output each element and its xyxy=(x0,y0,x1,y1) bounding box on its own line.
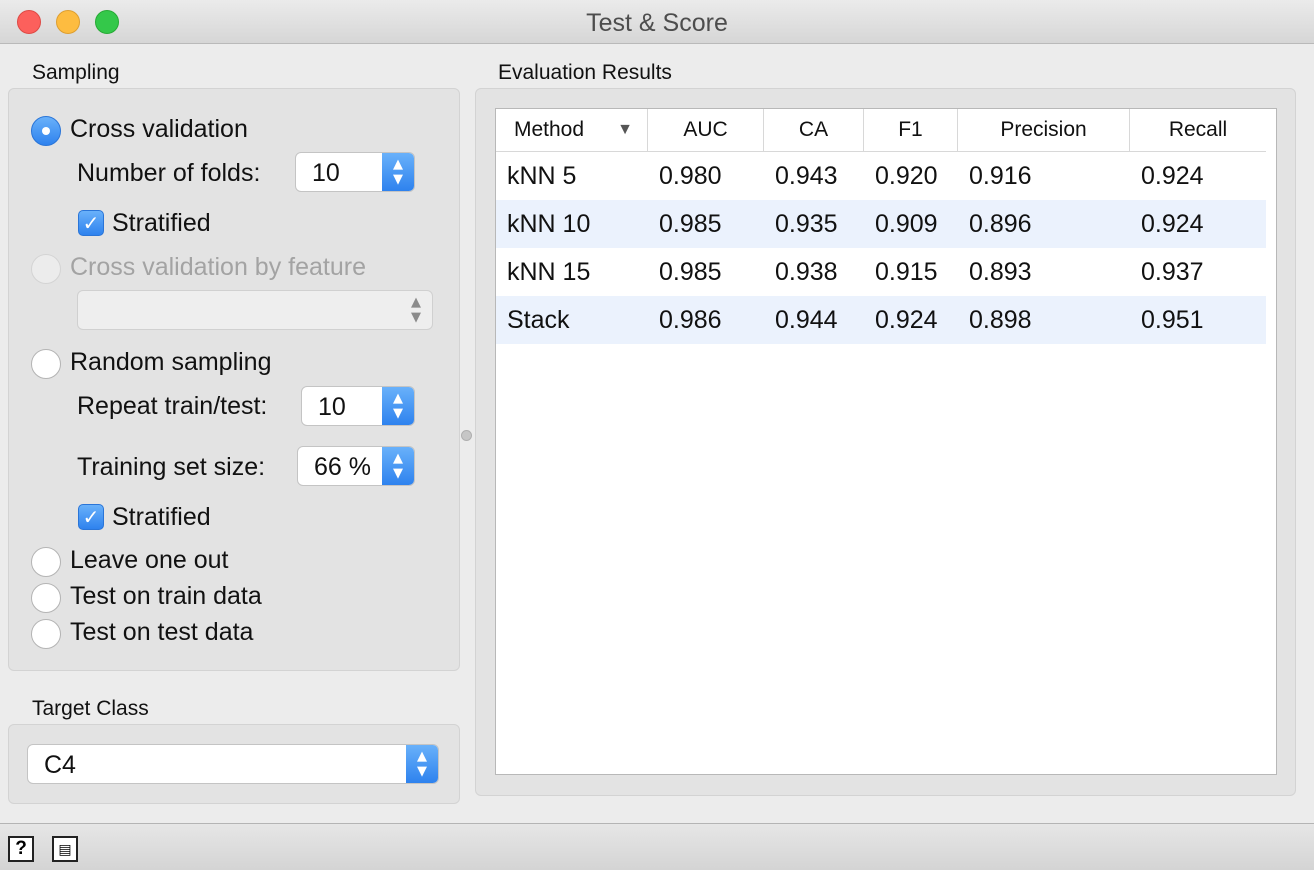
report-icon[interactable]: ▤ xyxy=(52,836,78,862)
train-size-value: 66 % xyxy=(314,453,371,481)
target-class-label: Target Class xyxy=(32,697,149,720)
column-header-f1[interactable]: F1 xyxy=(864,109,958,151)
table-row[interactable]: Stack 0.986 0.944 0.924 0.898 0.951 xyxy=(496,296,1266,344)
title-bar: Test & Score xyxy=(0,0,1314,44)
cell-recall: 0.924 xyxy=(1141,162,1204,190)
up-down-arrows-icon[interactable]: ▲ ▼ xyxy=(406,745,438,783)
random-sampling-radio[interactable] xyxy=(31,349,61,379)
sampling-label: Sampling xyxy=(32,61,120,84)
stratified-label-2[interactable]: Stratified xyxy=(112,503,211,532)
test-on-test-label[interactable]: Test on test data xyxy=(70,618,253,647)
cell-auc: 0.985 xyxy=(659,210,722,238)
table-row[interactable]: kNN 15 0.985 0.938 0.915 0.893 0.937 xyxy=(496,248,1266,296)
cell-auc: 0.986 xyxy=(659,306,722,334)
test-on-train-label[interactable]: Test on train data xyxy=(70,582,262,611)
leave-one-out-radio[interactable] xyxy=(31,547,61,577)
target-class-value: C4 xyxy=(44,751,76,779)
table-header: Method ▼ AUC CA F1 Precision Recall xyxy=(496,109,1266,152)
cell-method: Stack xyxy=(507,306,570,334)
cell-recall: 0.951 xyxy=(1141,306,1204,334)
window-title: Test & Score xyxy=(586,9,728,37)
help-icon[interactable]: ? xyxy=(8,836,34,862)
cell-recall: 0.924 xyxy=(1141,210,1204,238)
cell-ca: 0.935 xyxy=(775,210,838,238)
column-header-method[interactable]: Method ▼ xyxy=(496,109,648,151)
cell-auc: 0.985 xyxy=(659,258,722,286)
table-row[interactable]: kNN 10 0.985 0.935 0.909 0.896 0.924 xyxy=(496,200,1266,248)
up-down-arrows-icon[interactable]: ▲ ▼ xyxy=(382,153,414,191)
cross-validation-radio[interactable] xyxy=(31,116,61,146)
stratified-label-1[interactable]: Stratified xyxy=(112,209,211,238)
cell-precision: 0.916 xyxy=(969,162,1032,190)
repeat-label: Repeat train/test: xyxy=(77,392,268,420)
column-header-recall[interactable]: Recall xyxy=(1130,109,1266,151)
repeat-spinbox[interactable]: 10 ▲ ▼ xyxy=(301,386,415,426)
up-down-arrows-icon[interactable]: ▲ ▼ xyxy=(382,387,414,425)
cv-by-feature-radio[interactable] xyxy=(31,254,61,284)
target-class-dropdown[interactable]: C4 ▲ ▼ xyxy=(27,744,439,784)
up-down-arrows-icon[interactable]: ▲ ▼ xyxy=(382,447,414,485)
cv-by-feature-label[interactable]: Cross validation by feature xyxy=(70,253,366,282)
cell-method: kNN 15 xyxy=(507,258,591,286)
cell-f1: 0.924 xyxy=(875,306,938,334)
cell-ca: 0.938 xyxy=(775,258,838,286)
cell-ca: 0.943 xyxy=(775,162,838,190)
cross-validation-label[interactable]: Cross validation xyxy=(70,115,248,144)
column-header-label: Method xyxy=(514,118,585,141)
splitter-handle[interactable] xyxy=(461,430,472,441)
up-down-arrows-icon: ▲ ▼ xyxy=(411,295,421,325)
repeat-value: 10 xyxy=(318,393,346,421)
test-on-train-radio[interactable] xyxy=(31,583,61,613)
table-row[interactable]: kNN 5 0.980 0.943 0.920 0.916 0.924 xyxy=(496,152,1266,200)
stratified-checkbox-2[interactable]: ✓ xyxy=(78,504,104,530)
cell-method: kNN 10 xyxy=(507,210,591,238)
cell-ca: 0.944 xyxy=(775,306,838,334)
column-header-auc[interactable]: AUC xyxy=(648,109,764,151)
cell-precision: 0.893 xyxy=(969,258,1032,286)
cell-auc: 0.980 xyxy=(659,162,722,190)
evaluation-results-label: Evaluation Results xyxy=(498,61,672,84)
train-size-spinbox[interactable]: 66 % ▲ ▼ xyxy=(297,446,415,486)
cell-precision: 0.896 xyxy=(969,210,1032,238)
results-table[interactable]: Method ▼ AUC CA F1 Precision Recall kNN … xyxy=(495,108,1277,775)
feature-dropdown[interactable]: ▲ ▼ xyxy=(77,290,433,330)
folds-value: 10 xyxy=(312,159,340,187)
column-header-ca[interactable]: CA xyxy=(764,109,864,151)
status-bar: ? ▤ xyxy=(0,823,1314,870)
cell-f1: 0.920 xyxy=(875,162,938,190)
cell-recall: 0.937 xyxy=(1141,258,1204,286)
cell-precision: 0.898 xyxy=(969,306,1032,334)
cell-f1: 0.909 xyxy=(875,210,938,238)
stratified-checkbox-1[interactable]: ✓ xyxy=(78,210,104,236)
leave-one-out-label[interactable]: Leave one out xyxy=(70,546,228,575)
folds-spinbox[interactable]: 10 ▲ ▼ xyxy=(295,152,415,192)
cell-f1: 0.915 xyxy=(875,258,938,286)
random-sampling-label[interactable]: Random sampling xyxy=(70,348,272,377)
column-header-precision[interactable]: Precision xyxy=(958,109,1130,151)
test-on-test-radio[interactable] xyxy=(31,619,61,649)
sort-down-icon: ▼ xyxy=(617,121,633,138)
folds-label: Number of folds: xyxy=(77,159,261,187)
cell-method: kNN 5 xyxy=(507,162,577,190)
train-size-label: Training set size: xyxy=(77,453,266,481)
